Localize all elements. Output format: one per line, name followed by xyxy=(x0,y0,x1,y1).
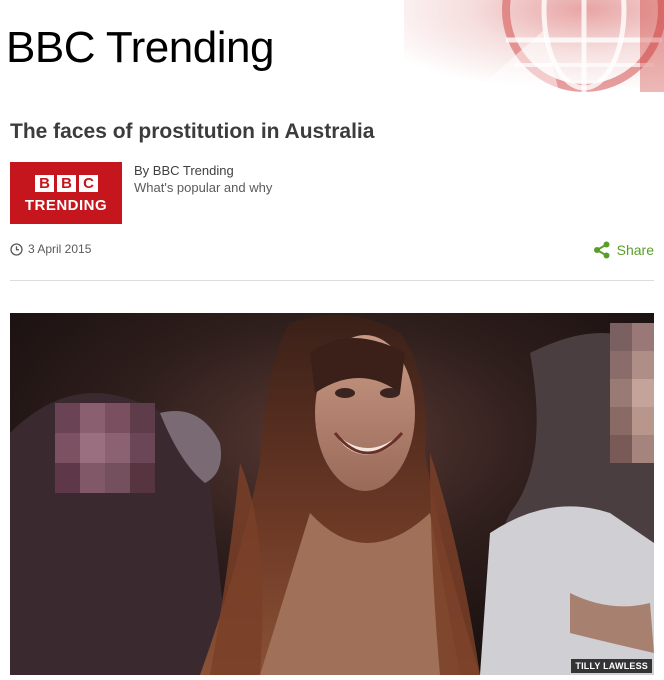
blurred-face-right xyxy=(610,323,654,463)
logo-letter: C xyxy=(79,175,98,192)
image-credit: TILLY LAWLESS xyxy=(571,659,652,673)
globe-graphic xyxy=(404,0,664,92)
bbc-trending-logo[interactable]: B B C TRENDING xyxy=(10,162,122,224)
share-button[interactable]: Share xyxy=(593,241,654,259)
logo-word: TRENDING xyxy=(24,197,108,214)
site-header: BBC Trending xyxy=(0,0,664,92)
divider xyxy=(10,280,654,281)
logo-letter: B xyxy=(57,175,76,192)
logo-letter: B xyxy=(35,175,54,192)
bbc-blocks: B B C xyxy=(35,175,98,192)
publish-date: 3 April 2015 xyxy=(10,242,91,256)
clock-icon xyxy=(10,242,23,256)
byline: By BBC Trending What's popular and why xyxy=(134,162,272,196)
article-image: TILLY LAWLESS xyxy=(10,313,654,675)
article-headline: The faces of prostitution in Australia xyxy=(10,120,375,143)
photo-illustration xyxy=(10,313,654,675)
byline-tagline: What's popular and why xyxy=(134,180,273,195)
share-label: Share xyxy=(616,242,654,258)
byline-author[interactable]: By BBC Trending xyxy=(134,162,272,179)
date-text: 3 April 2015 xyxy=(28,242,92,256)
share-icon xyxy=(593,241,610,259)
blurred-face-left xyxy=(55,403,155,493)
site-title[interactable]: BBC Trending xyxy=(6,22,274,74)
